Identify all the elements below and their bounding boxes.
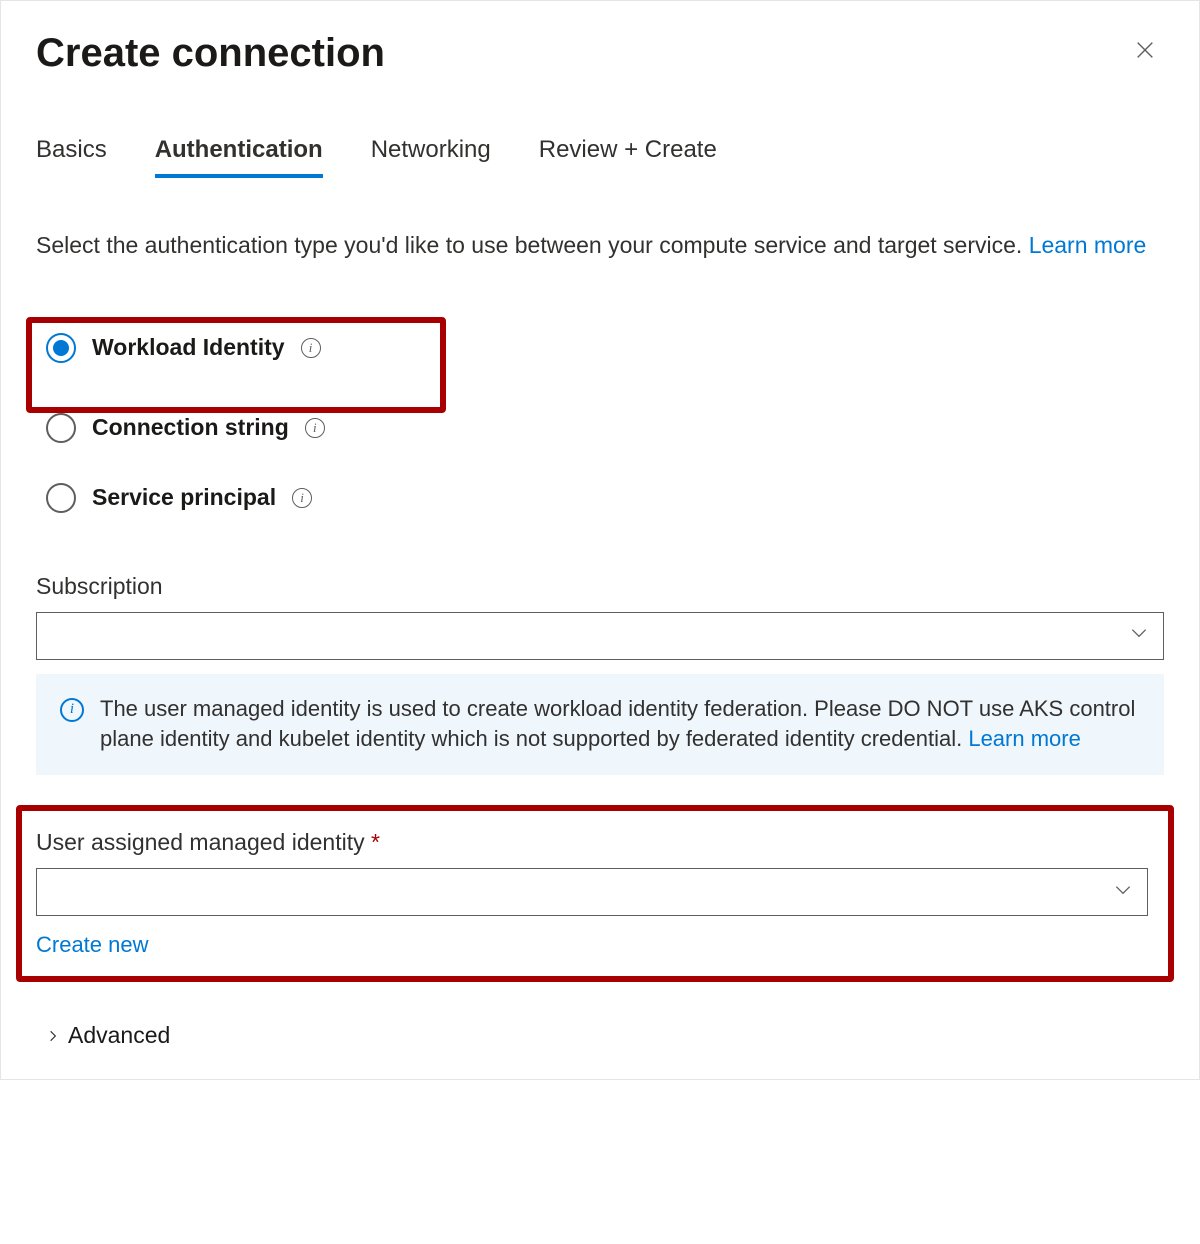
info-icon[interactable]: i: [301, 338, 321, 358]
uami-field: User assigned managed identity *: [36, 829, 1148, 916]
page-title: Create connection: [36, 31, 385, 76]
tab-bar: Basics Authentication Networking Review …: [36, 136, 1164, 178]
info-icon[interactable]: i: [292, 488, 312, 508]
uami-label-text: User assigned managed identity: [36, 829, 371, 855]
managed-identity-info-box: i The user managed identity is used to c…: [36, 674, 1164, 776]
advanced-label: Advanced: [68, 1022, 170, 1049]
radio-circle-icon: [46, 333, 76, 363]
uami-label: User assigned managed identity *: [36, 829, 1148, 856]
chevron-down-icon: [1129, 623, 1149, 648]
tab-basics[interactable]: Basics: [36, 136, 107, 178]
auth-type-radio-group: Workload Identity i Connection string i …: [36, 313, 1164, 533]
radio-label: Workload Identity: [92, 334, 285, 361]
subscription-field: Subscription: [36, 573, 1164, 660]
tab-review-create[interactable]: Review + Create: [539, 136, 717, 178]
auth-description: Select the authentication type you'd lik…: [36, 228, 1164, 263]
radio-circle-icon: [46, 483, 76, 513]
tab-authentication[interactable]: Authentication: [155, 136, 323, 178]
info-box-content: The user managed identity is used to cre…: [100, 694, 1140, 756]
radio-connection-string[interactable]: Connection string i: [36, 393, 1164, 463]
subscription-dropdown[interactable]: [36, 612, 1164, 660]
radio-service-principal[interactable]: Service principal i: [36, 463, 1164, 533]
close-button[interactable]: [1126, 31, 1164, 75]
auth-description-text: Select the authentication type you'd lik…: [36, 232, 1029, 258]
radio-label: Service principal: [92, 484, 276, 511]
chevron-right-icon: [46, 1022, 60, 1049]
radio-label: Connection string: [92, 414, 289, 441]
create-new-link[interactable]: Create new: [36, 932, 149, 958]
learn-more-link[interactable]: Learn more: [1029, 232, 1147, 258]
blade-header: Create connection: [36, 31, 1164, 76]
highlight-uami-section: User assigned managed identity * Create …: [16, 805, 1174, 982]
tab-networking[interactable]: Networking: [371, 136, 491, 178]
chevron-down-icon: [1113, 880, 1133, 905]
required-indicator: *: [371, 829, 380, 855]
info-icon[interactable]: i: [305, 418, 325, 438]
create-connection-blade: Create connection Basics Authentication …: [0, 0, 1200, 1080]
radio-circle-icon: [46, 413, 76, 443]
radio-workload-identity[interactable]: Workload Identity i: [36, 313, 1164, 383]
advanced-toggle[interactable]: Advanced: [36, 1022, 1164, 1049]
subscription-label: Subscription: [36, 573, 1164, 600]
close-icon: [1134, 41, 1156, 66]
radio-dot-icon: [53, 340, 69, 356]
info-icon: i: [60, 698, 84, 722]
uami-dropdown[interactable]: [36, 868, 1148, 916]
info-learn-more-link[interactable]: Learn more: [968, 726, 1081, 751]
